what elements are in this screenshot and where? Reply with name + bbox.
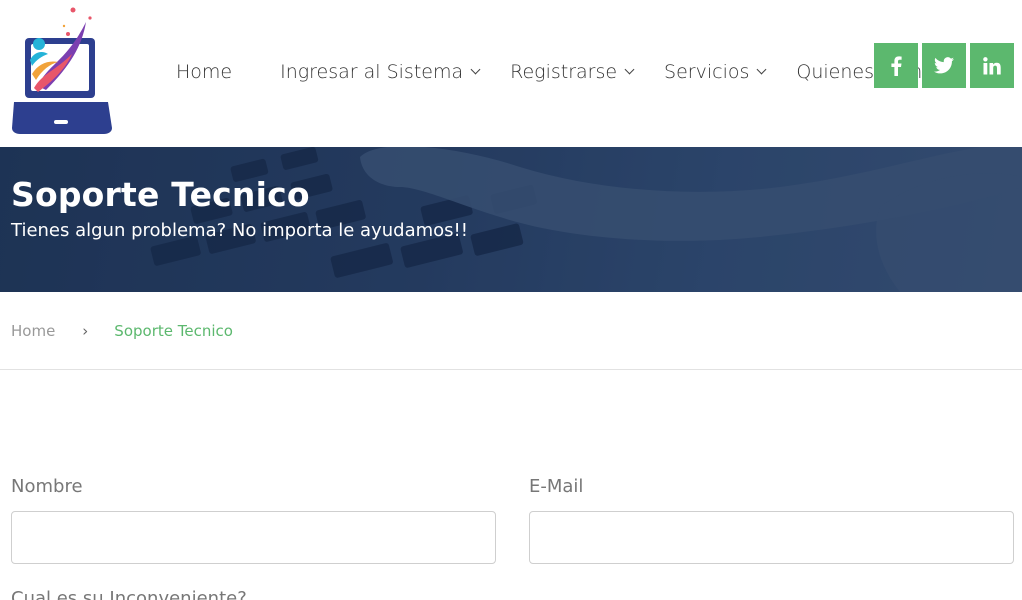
linkedin-button[interactable]: [970, 43, 1014, 88]
facebook-button[interactable]: [874, 43, 918, 88]
breadcrumb-home-link[interactable]: Home: [11, 322, 55, 340]
site-header: Home Ingresar al Sistema Registrarse Ser…: [0, 0, 1022, 147]
chevron-down-icon: [624, 64, 635, 75]
chevron-down-icon: [470, 64, 481, 75]
nav-item-ingresar[interactable]: Ingresar al Sistema: [280, 61, 481, 83]
page-banner: Soporte Tecnico Tienes algun problema? N…: [0, 147, 1022, 292]
nav-item-servicios[interactable]: Servicios: [664, 61, 767, 83]
twitter-button[interactable]: [922, 43, 966, 88]
linkedin-icon: [983, 56, 1001, 74]
nav-item-home[interactable]: Home: [176, 61, 232, 83]
breadcrumb-current: Soporte Tecnico: [114, 322, 233, 340]
chevron-down-icon: [756, 64, 767, 75]
facebook-icon: [891, 55, 902, 76]
email-input[interactable]: [529, 511, 1014, 564]
nombre-input[interactable]: [11, 511, 496, 564]
issue-label: Cual es su Inconveniente?: [11, 588, 247, 600]
page-subtitle: Tienes algun problema? No importa le ayu…: [11, 220, 468, 241]
site-logo[interactable]: [8, 4, 116, 136]
nav-item-label: Home: [176, 61, 233, 83]
nav-item-label: Registrarse: [510, 61, 618, 83]
nav-item-label: Ingresar al Sistema: [280, 61, 464, 83]
breadcrumb: Home › Soporte Tecnico: [11, 322, 233, 340]
page-title: Soporte Tecnico: [11, 175, 310, 214]
nav-item-registrarse[interactable]: Registrarse: [510, 61, 635, 83]
nav-item-label: Servicios: [664, 61, 750, 83]
twitter-icon: [934, 57, 954, 74]
main-nav: Home Ingresar al Sistema Registrarse Ser…: [176, 58, 944, 86]
divider: [0, 369, 1022, 370]
email-label: E-Mail: [529, 476, 584, 497]
chevron-right-icon: ›: [82, 322, 89, 340]
nombre-label: Nombre: [11, 476, 83, 497]
